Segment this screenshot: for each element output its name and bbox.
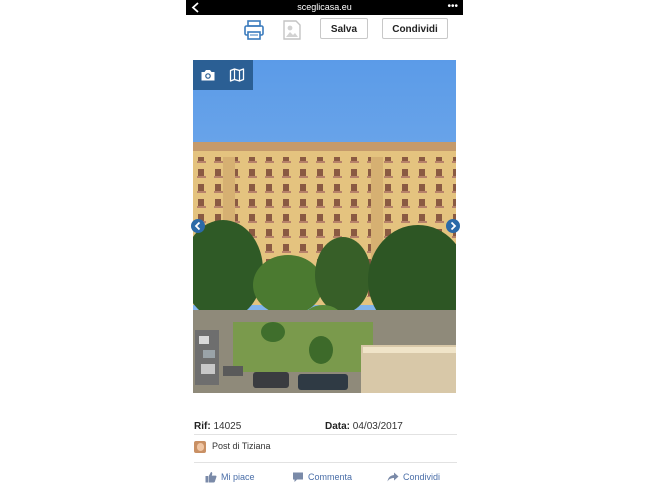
- share-post-label: Condividi: [403, 472, 441, 482]
- chevron-left-icon: [194, 221, 201, 231]
- divider: [194, 462, 457, 463]
- camera-icon[interactable]: [200, 67, 216, 83]
- more-menu-button[interactable]: •••: [447, 0, 458, 13]
- next-photo-button[interactable]: [446, 219, 460, 233]
- reference-field: Rif: 14025: [194, 421, 241, 432]
- listing-photo[interactable]: [193, 60, 456, 393]
- like-label: Mi piace: [221, 472, 255, 482]
- share-arrow-icon: [387, 472, 399, 482]
- comment-icon: [293, 472, 303, 482]
- media-mode-switch: [193, 60, 253, 90]
- share-button[interactable]: Condividi: [382, 18, 448, 39]
- phone-screen: sceglicasa.eu ••• Salva Condividi Rif: 1…: [186, 0, 463, 492]
- date-value: 04/03/2017: [352, 421, 403, 432]
- photo-frame-icon[interactable]: [282, 19, 302, 41]
- url-label[interactable]: sceglicasa.eu: [186, 1, 463, 14]
- thumbs-up-icon: [205, 472, 217, 483]
- divider: [194, 434, 457, 435]
- chevron-right-icon: [450, 221, 457, 231]
- printer-icon[interactable]: [243, 19, 265, 41]
- listing-info: Rif: 14025 Data: 04/03/2017: [194, 421, 457, 435]
- date-label: Data:: [325, 421, 351, 432]
- social-actions: Mi piace Commenta Condividi: [186, 469, 463, 485]
- comment-label: Commenta: [308, 472, 353, 482]
- avatar: [194, 441, 206, 453]
- save-button[interactable]: Salva: [320, 18, 368, 39]
- reference-label: Rif:: [194, 421, 211, 432]
- listing-toolbar: Salva Condividi: [186, 15, 463, 45]
- author-name: Post di Tiziana: [212, 441, 271, 451]
- previous-photo-button[interactable]: [191, 219, 205, 233]
- map-icon[interactable]: [229, 67, 245, 83]
- date-field: Data: 04/03/2017: [325, 421, 403, 432]
- reference-value: 14025: [213, 421, 242, 432]
- browser-top-bar: sceglicasa.eu •••: [186, 0, 463, 15]
